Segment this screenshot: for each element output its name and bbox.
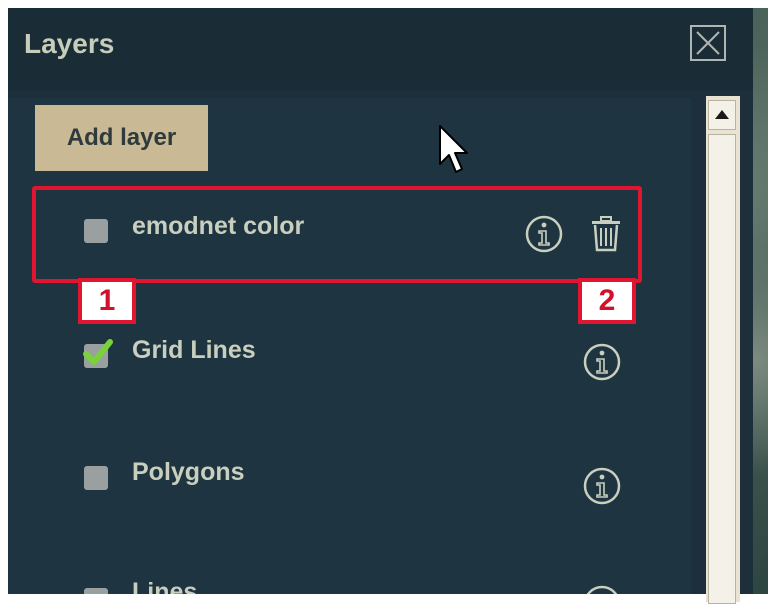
panel-header: Layers (8, 8, 753, 90)
layer-label: Lines (132, 578, 198, 594)
info-icon (583, 343, 621, 381)
layer-checkbox-checked[interactable] (83, 339, 113, 368)
annotation-marker-1: 1 (78, 278, 136, 324)
panel-title: Layers (24, 28, 115, 59)
info-icon (586, 585, 618, 594)
info-button[interactable] (582, 466, 622, 506)
add-layer-button[interactable]: Add layer (35, 105, 208, 171)
layer-row-grid-lines[interactable]: Grid Lines (0, 322, 683, 382)
annotation-highlight-box (32, 186, 642, 283)
layer-checkbox[interactable] (84, 588, 108, 594)
layer-label: Grid Lines (132, 336, 256, 364)
close-icon (696, 31, 720, 55)
scroll-thumb[interactable] (708, 134, 736, 604)
layer-checkbox[interactable] (84, 466, 108, 490)
layer-row-polygons[interactable]: Polygons (0, 446, 683, 506)
close-button[interactable] (690, 25, 726, 61)
mouse-cursor-icon (439, 125, 468, 173)
scrollbar[interactable] (706, 96, 740, 604)
annotation-marker-2: 2 (578, 278, 636, 324)
info-button[interactable] (582, 584, 622, 594)
checkmark-icon (83, 339, 113, 365)
info-button[interactable] (582, 342, 622, 382)
arrow-up-icon (715, 110, 729, 119)
scroll-up-button[interactable] (708, 100, 736, 130)
layer-label: Polygons (132, 458, 245, 486)
info-icon (583, 467, 621, 505)
layer-row-lines[interactable]: Lines (0, 570, 683, 594)
